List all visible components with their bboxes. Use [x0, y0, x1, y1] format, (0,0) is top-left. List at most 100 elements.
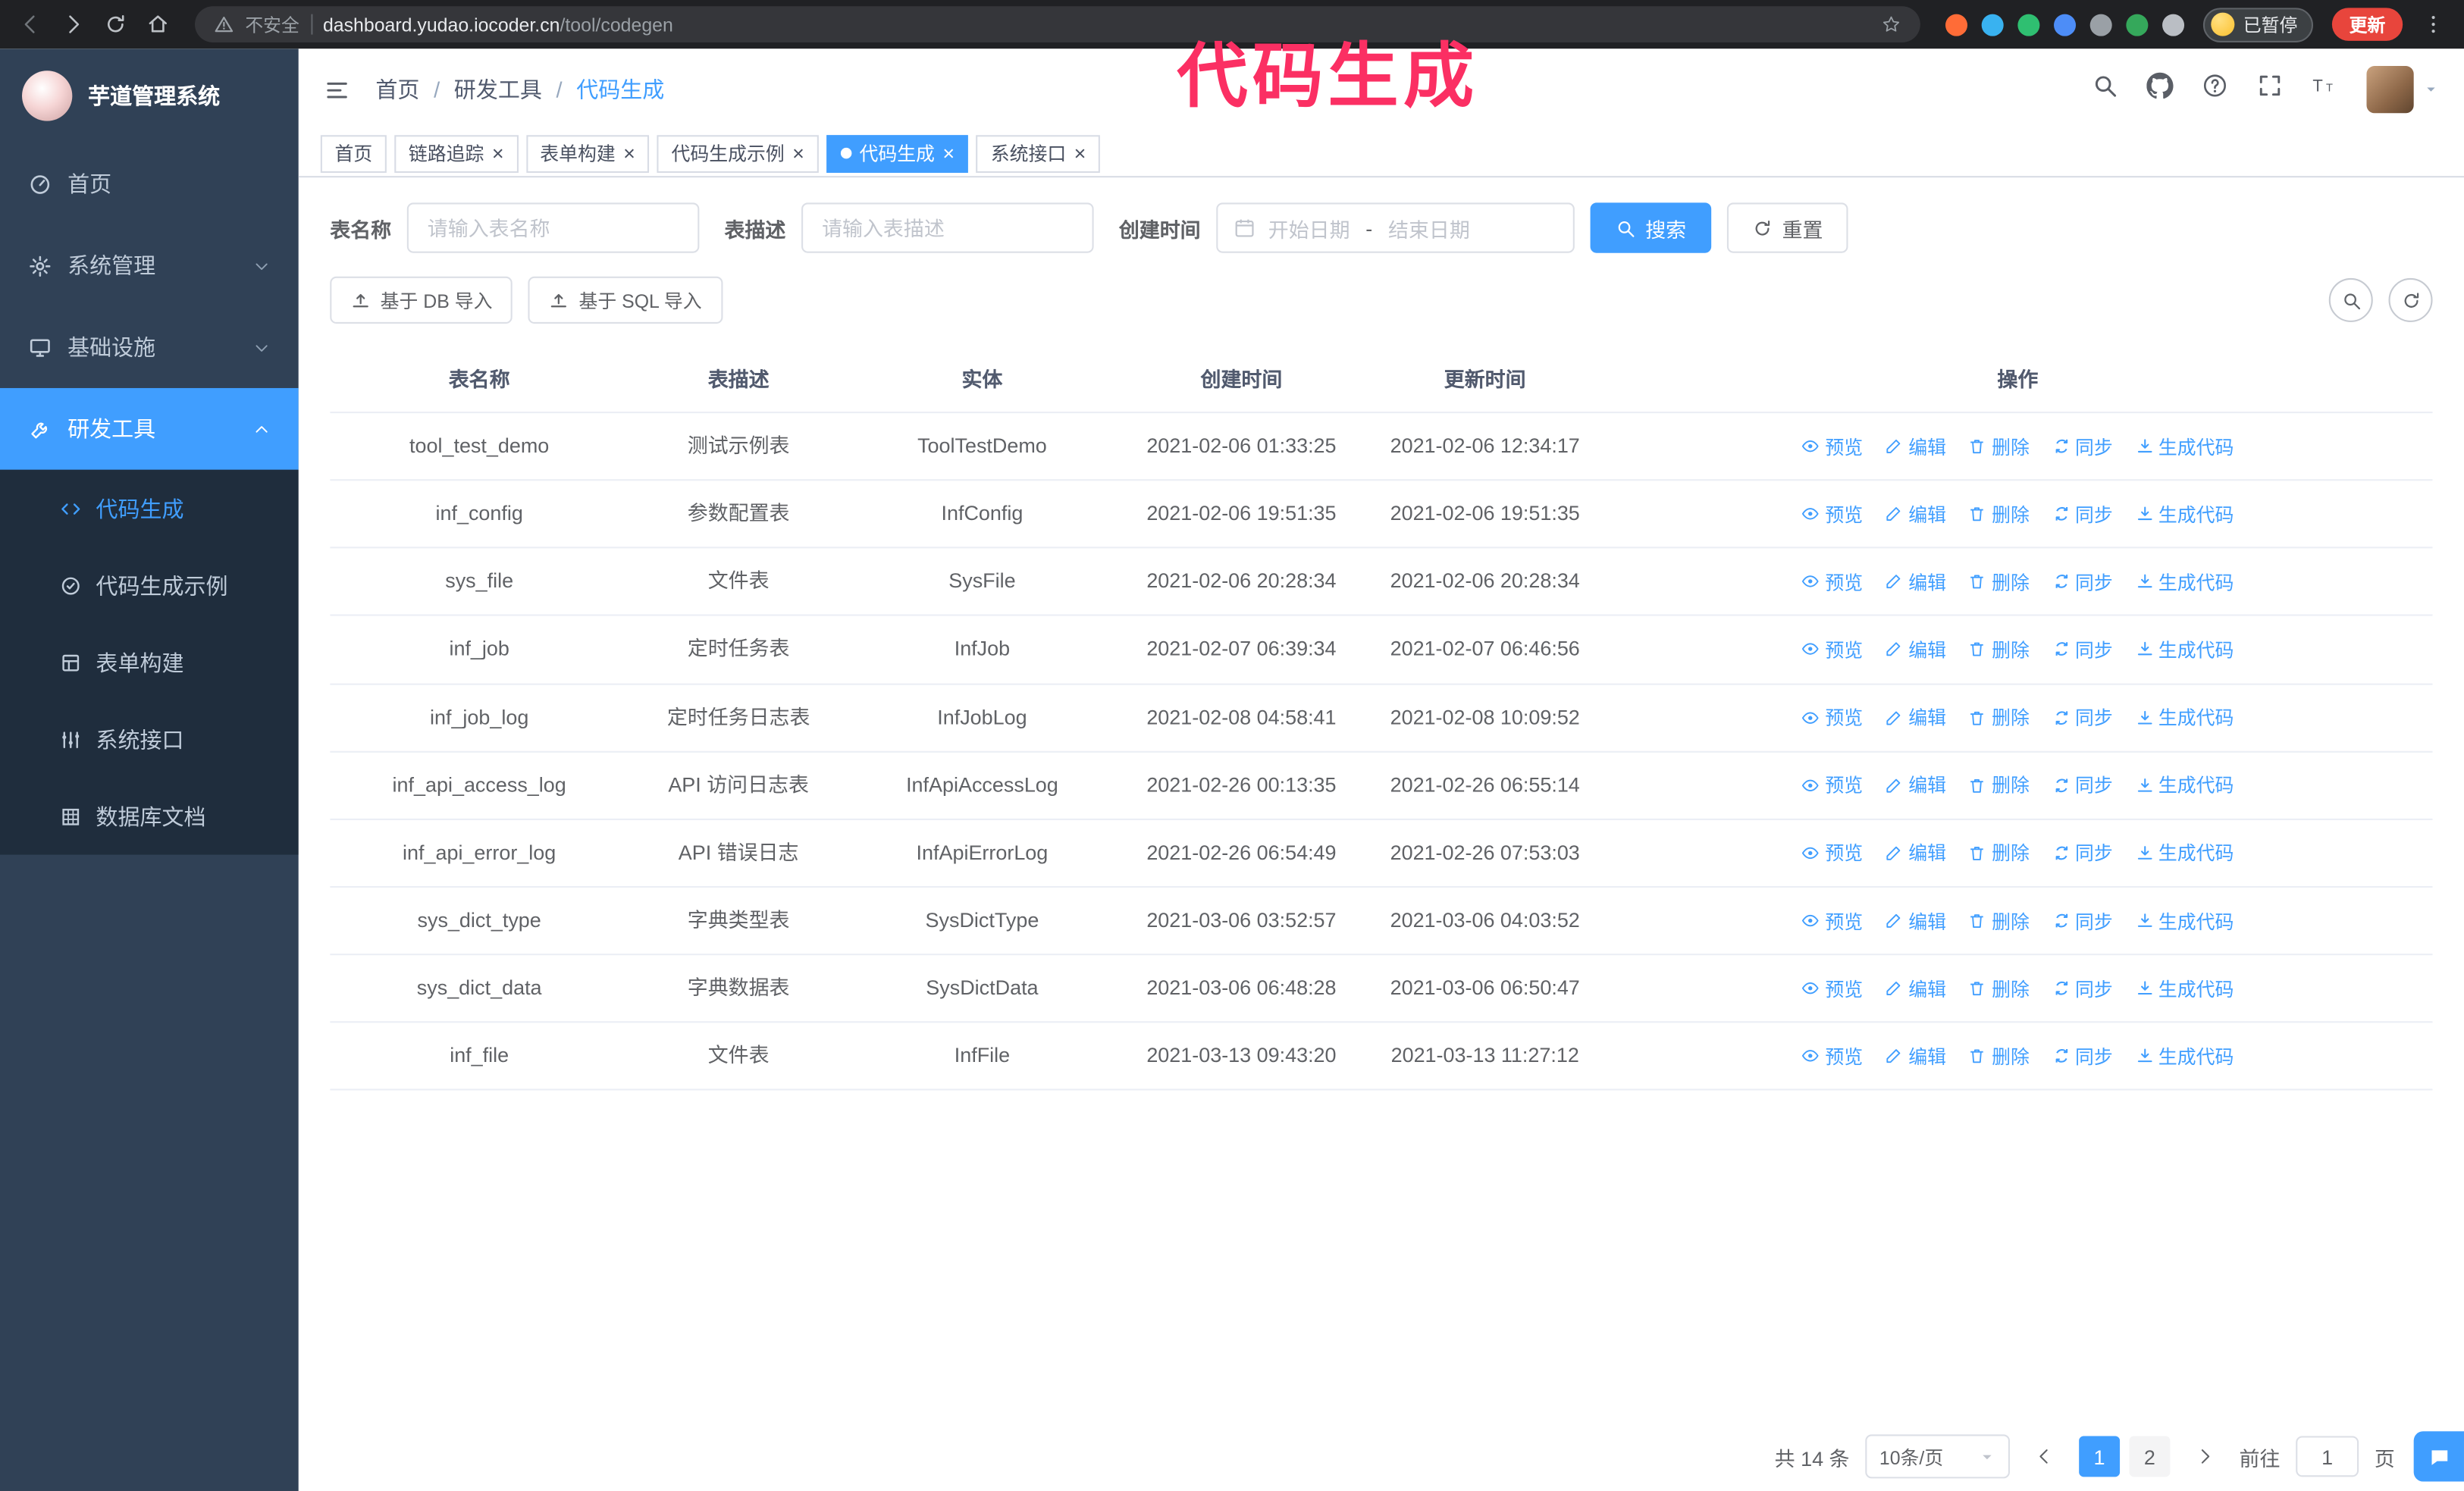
action-preview[interactable]: 预览	[1801, 569, 1863, 595]
action-sync[interactable]: 同步	[2052, 840, 2113, 866]
home-icon[interactable]	[146, 13, 170, 36]
action-delete[interactable]: 删除	[1968, 975, 2030, 1001]
tab-codegen[interactable]: 代码生成 ×	[826, 134, 969, 172]
action-delete[interactable]: 删除	[1968, 772, 2030, 798]
refresh-icon[interactable]	[104, 13, 127, 36]
action-edit[interactable]: 编辑	[1885, 636, 1946, 662]
page-button-1[interactable]: 1	[2079, 1436, 2121, 1477]
close-icon[interactable]: ×	[1074, 143, 1086, 164]
action-preview[interactable]: 预览	[1801, 840, 1863, 866]
action-edit[interactable]: 编辑	[1885, 569, 1946, 595]
close-icon[interactable]: ×	[792, 143, 804, 164]
action-edit[interactable]: 编辑	[1885, 975, 1946, 1001]
action-edit[interactable]: 编辑	[1885, 907, 1946, 934]
action-generate[interactable]: 生成代码	[2135, 433, 2234, 459]
browser-menu-icon[interactable]	[2422, 13, 2445, 36]
table-name-input[interactable]	[406, 202, 700, 253]
action-sync[interactable]: 同步	[2052, 772, 2113, 798]
action-delete[interactable]: 删除	[1968, 569, 2030, 595]
action-preview[interactable]: 预览	[1801, 704, 1863, 731]
action-sync[interactable]: 同步	[2052, 501, 2113, 528]
action-preview[interactable]: 预览	[1801, 433, 1863, 459]
close-icon[interactable]: ×	[942, 143, 955, 164]
sidebar-subitem-api[interactable]: 系统接口	[0, 700, 299, 778]
water-drop-extension-icon[interactable]	[1980, 13, 2003, 36]
fullscreen-icon[interactable]	[2256, 72, 2283, 107]
action-delete[interactable]: 删除	[1968, 907, 2030, 934]
action-preview[interactable]: 预览	[1801, 772, 1863, 798]
action-preview[interactable]: 预览	[1801, 907, 1863, 934]
page-size-select[interactable]: 10条/页	[1865, 1434, 2010, 1479]
action-delete[interactable]: 删除	[1968, 1043, 2030, 1070]
action-generate[interactable]: 生成代码	[2135, 1043, 2234, 1070]
action-sync[interactable]: 同步	[2052, 636, 2113, 662]
breadcrumb-item[interactable]: 首页	[375, 74, 419, 105]
action-preview[interactable]: 预览	[1801, 501, 1863, 528]
tab-api[interactable]: 系统接口 ×	[977, 134, 1101, 172]
tab-tracer[interactable]: 链路追踪 ×	[394, 134, 519, 172]
search-button[interactable]: 搜索	[1590, 202, 1712, 253]
hamburger-icon[interactable]	[324, 77, 350, 103]
import-db-button[interactable]: 基于 DB 导入	[330, 276, 513, 324]
toggle-search-button[interactable]	[2328, 277, 2373, 322]
breadcrumb-item[interactable]: 代码生成	[576, 74, 664, 105]
action-delete[interactable]: 删除	[1968, 840, 2030, 866]
people-extension-icon[interactable]	[2052, 13, 2076, 36]
screen-extension-icon[interactable]	[2089, 13, 2111, 36]
float-action-button[interactable]	[2413, 1431, 2464, 1482]
action-edit[interactable]: 编辑	[1885, 840, 1946, 866]
sidebar-subitem-codegen-example[interactable]: 代码生成示例	[0, 547, 299, 624]
refresh-table-button[interactable]	[2388, 277, 2433, 322]
action-generate[interactable]: 生成代码	[2135, 907, 2234, 934]
create-time-range-picker[interactable]: 开始日期 - 结束日期	[1216, 202, 1575, 253]
forward-icon[interactable]	[61, 13, 85, 36]
breadcrumb-item[interactable]: 研发工具	[454, 74, 542, 105]
page-button-2[interactable]: 2	[2129, 1436, 2171, 1477]
font-size-icon[interactable]: TT	[2312, 72, 2338, 107]
sidebar-item-devtools[interactable]: 研发工具	[0, 387, 299, 470]
reset-button[interactable]: 重置	[1727, 202, 1848, 253]
action-edit[interactable]: 编辑	[1885, 501, 1946, 528]
goto-page-input[interactable]	[2296, 1436, 2359, 1477]
back-icon[interactable]	[19, 13, 42, 36]
avatar-caret-icon[interactable]	[2423, 82, 2439, 98]
action-sync[interactable]: 同步	[2052, 907, 2113, 934]
action-delete[interactable]: 删除	[1968, 433, 2030, 459]
action-generate[interactable]: 生成代码	[2135, 840, 2234, 866]
action-preview[interactable]: 预览	[1801, 1043, 1863, 1070]
action-delete[interactable]: 删除	[1968, 704, 2030, 731]
action-generate[interactable]: 生成代码	[2135, 704, 2234, 731]
action-delete[interactable]: 删除	[1968, 501, 2030, 528]
action-sync[interactable]: 同步	[2052, 975, 2113, 1001]
import-sql-button[interactable]: 基于 SQL 导入	[528, 276, 723, 324]
action-edit[interactable]: 编辑	[1885, 1043, 1946, 1070]
action-sync[interactable]: 同步	[2052, 704, 2113, 731]
search-icon[interactable]	[2092, 72, 2118, 107]
close-icon[interactable]: ×	[492, 143, 504, 164]
sidebar-subitem-db-doc[interactable]: 数据库文档	[0, 778, 299, 855]
puzzle-extension-icon[interactable]	[2161, 13, 2184, 36]
sidebar-item-home[interactable]: 首页	[0, 143, 299, 225]
action-sync[interactable]: 同步	[2052, 433, 2113, 459]
prev-page-button[interactable]	[2026, 1436, 2064, 1477]
update-button[interactable]: 更新	[2331, 8, 2403, 41]
postman-extension-icon[interactable]	[1944, 13, 1967, 36]
vue-devtools-extension-icon[interactable]	[2017, 13, 2039, 36]
action-sync[interactable]: 同步	[2052, 569, 2113, 595]
action-preview[interactable]: 预览	[1801, 636, 1863, 662]
action-preview[interactable]: 预览	[1801, 975, 1863, 1001]
action-generate[interactable]: 生成代码	[2135, 569, 2234, 595]
action-generate[interactable]: 生成代码	[2135, 501, 2234, 528]
profile-paused-badge[interactable]: 已暂停	[2202, 7, 2314, 42]
sidebar-item-infra[interactable]: 基础设施	[0, 306, 299, 388]
next-page-button[interactable]	[2186, 1436, 2224, 1477]
github-icon[interactable]	[2146, 72, 2174, 107]
action-edit[interactable]: 编辑	[1885, 772, 1946, 798]
question-icon[interactable]	[2202, 72, 2228, 107]
address-bar[interactable]: 不安全 dashboard.yudao.iocoder.cn/tool/code…	[195, 6, 1920, 42]
action-generate[interactable]: 生成代码	[2135, 975, 2234, 1001]
action-delete[interactable]: 删除	[1968, 636, 2030, 662]
leaf-extension-icon[interactable]	[2125, 13, 2148, 36]
sidebar-item-system[interactable]: 系统管理	[0, 224, 299, 306]
action-edit[interactable]: 编辑	[1885, 433, 1946, 459]
